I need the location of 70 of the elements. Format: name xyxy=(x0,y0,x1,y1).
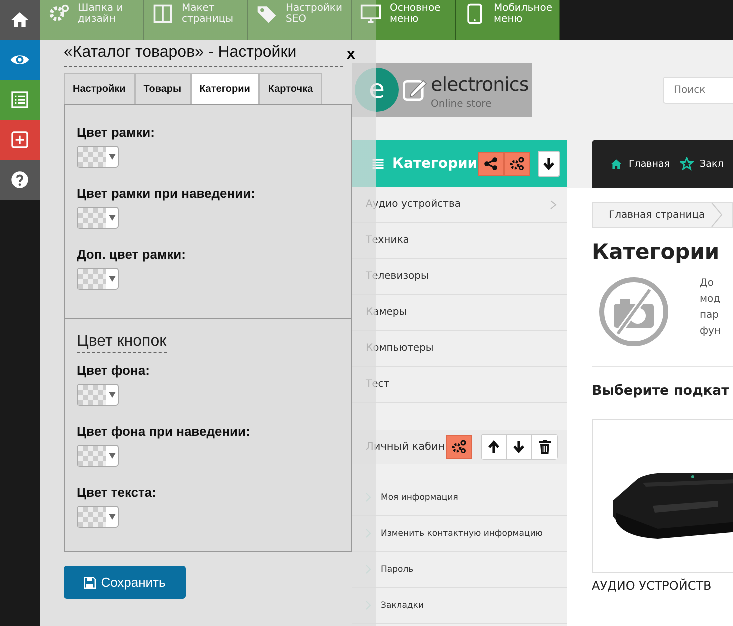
trash-icon xyxy=(538,440,551,454)
sidebar-button[interactable] xyxy=(0,40,40,80)
arrow-down-icon xyxy=(542,156,556,170)
gears-icon xyxy=(508,156,525,172)
caret-icon xyxy=(108,276,116,282)
tab[interactable]: Категории xyxy=(190,73,260,104)
home-icon xyxy=(610,158,623,170)
chevron-icon xyxy=(711,202,724,228)
caret-icon xyxy=(108,514,116,520)
field-label: Цвет рамки при наведении: xyxy=(77,186,256,201)
home-icon xyxy=(10,10,30,30)
settings-button[interactable] xyxy=(446,435,472,459)
sidebar-button[interactable] xyxy=(0,120,40,160)
logo-tagline: Online store xyxy=(431,98,493,110)
sidebar-button[interactable] xyxy=(0,0,40,40)
gears-icon xyxy=(451,439,468,455)
nav-link[interactable]: Главная xyxy=(610,158,670,170)
plus-icon xyxy=(10,130,30,150)
field-label: Цвет фона при наведении: xyxy=(77,424,252,439)
arrow-up-icon xyxy=(487,440,502,454)
no-photo-icon xyxy=(598,276,670,348)
menu-item[interactable]: Мобильное меню xyxy=(456,0,560,40)
arrow-down-icon xyxy=(512,440,526,454)
share-button[interactable] xyxy=(478,152,504,176)
chevron-icon xyxy=(550,200,557,210)
description-text: пар xyxy=(700,309,720,323)
tab[interactable]: Настройки xyxy=(64,73,135,104)
color-picker[interactable] xyxy=(77,445,119,467)
color-picker[interactable] xyxy=(77,506,119,528)
field-label: Цвет рамки: xyxy=(77,125,156,140)
caret-icon xyxy=(108,154,116,160)
caret-icon xyxy=(108,215,116,221)
sidebar-button[interactable] xyxy=(0,80,40,120)
layout-icon xyxy=(152,3,174,25)
section-heading: Выберите подкат xyxy=(592,383,730,399)
save-button[interactable]: Сохранить xyxy=(64,566,186,599)
description-text: фун xyxy=(700,325,722,339)
category-title: Категории xyxy=(392,156,478,172)
help-icon xyxy=(10,170,30,190)
description-text: мод xyxy=(700,293,722,307)
move-up-button[interactable] xyxy=(482,435,508,459)
floppy-icon xyxy=(84,576,96,588)
color-picker[interactable] xyxy=(77,384,119,406)
field-label: Доп. цвет рамки: xyxy=(77,247,187,262)
search-field[interactable]: Поиск xyxy=(663,76,733,104)
caret-icon xyxy=(108,453,116,459)
section-heading: Цвет кнопок xyxy=(77,333,167,353)
color-picker[interactable] xyxy=(77,268,119,290)
product-title[interactable]: АУДИО УСТРОЙСТВ xyxy=(592,579,733,593)
move-down-button[interactable] xyxy=(538,150,560,176)
share-icon xyxy=(484,156,498,170)
logo-name: electronics xyxy=(431,72,529,98)
caret-icon xyxy=(108,392,116,398)
tab[interactable]: Карточка xyxy=(259,73,322,104)
menu-item[interactable]: Основное меню xyxy=(352,0,456,40)
star-icon xyxy=(680,157,694,171)
panel-title: «Каталог товаров» - Настройки xyxy=(64,44,343,67)
sidebar-button[interactable] xyxy=(0,160,40,200)
settings-button[interactable] xyxy=(504,152,530,176)
field-label: Цвет текста: xyxy=(77,485,158,500)
nav-link[interactable]: Закл xyxy=(680,157,724,171)
monitor-icon xyxy=(360,3,382,25)
breadcrumb-link[interactable]: Главная страница xyxy=(609,210,706,220)
color-picker[interactable] xyxy=(77,207,119,229)
color-picker[interactable] xyxy=(77,146,119,168)
list-icon xyxy=(10,90,30,110)
field-label: Цвет фона: xyxy=(77,363,151,378)
page-heading: Категории xyxy=(592,240,721,264)
description-text: До xyxy=(700,277,715,291)
tab[interactable]: Товары xyxy=(134,73,191,104)
